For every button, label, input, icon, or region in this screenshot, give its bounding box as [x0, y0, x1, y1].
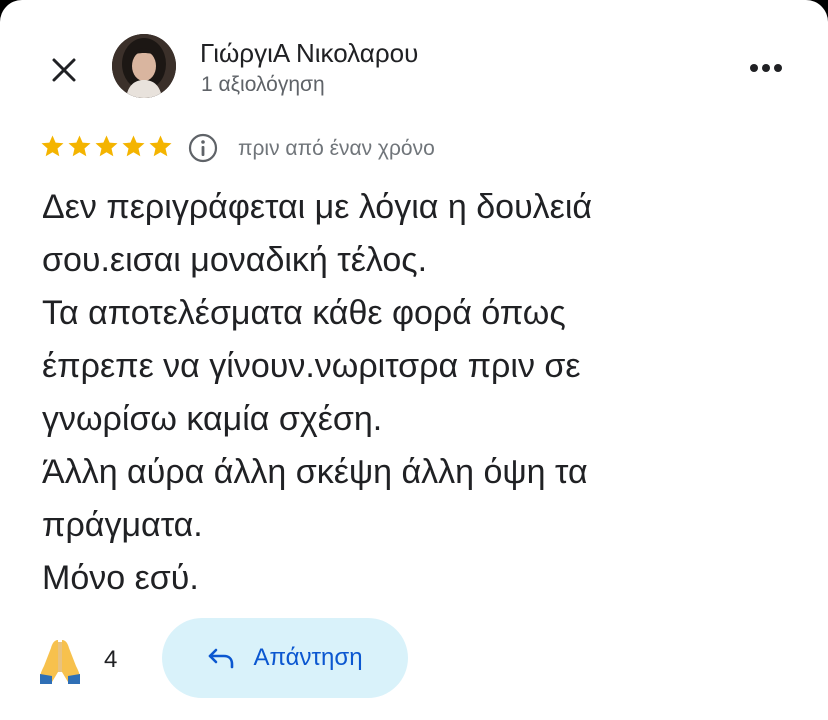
- reviewer-name[interactable]: ΓιώργιΑ Νικολαρου: [200, 38, 418, 69]
- reaction-button[interactable]: [38, 636, 82, 684]
- reviewer-review-count: 1 αξιολόγηση: [201, 73, 325, 96]
- reply-label: Απάντηση: [253, 644, 363, 671]
- star-icon: [122, 135, 145, 157]
- review-text-line: σου.εισαι μοναδική τέλος.: [42, 241, 428, 279]
- review-time: πριν από έναν χρόνο: [238, 137, 435, 160]
- reply-arrow-icon: [209, 648, 234, 669]
- review-text-line: Άλλη αύρα άλλη σκέψη άλλη όψη τα: [42, 453, 588, 491]
- close-button[interactable]: [40, 46, 88, 94]
- reaction-count: 4: [104, 646, 118, 673]
- review-text: Δεν περιγράφεται με λόγια η δουλειά σου.ε…: [42, 181, 802, 605]
- star-icon: [68, 135, 91, 157]
- star-rating: [40, 134, 173, 159]
- review-text-line: Τα αποτελέσματα κάθε φορά όπως: [42, 294, 566, 332]
- star-icon: [149, 135, 172, 157]
- avatar[interactable]: [112, 34, 176, 98]
- review-text-line: πράγματα.: [42, 506, 203, 544]
- star-icon: [41, 135, 64, 157]
- info-button[interactable]: [188, 133, 218, 163]
- more-horizontal-icon: [750, 64, 782, 72]
- close-icon: [52, 58, 76, 82]
- more-options-button[interactable]: [740, 48, 792, 88]
- info-icon: [188, 133, 218, 163]
- review-text-line: Μόνο εσύ.: [42, 559, 199, 597]
- review-card: ΓιώργιΑ Νικολαρου 1 αξιολόγηση πριν από …: [0, 0, 828, 720]
- review-text-line: Δεν περιγράφεται με λόγια η δουλειά: [42, 188, 593, 226]
- review-text-line: γνωρίσω καμία σχέση.: [42, 400, 383, 438]
- review-text-line: έπρεπε να γίνουν.νωριτσρα πριν σε: [42, 347, 581, 385]
- reply-button[interactable]: Απάντηση: [162, 618, 408, 698]
- folded-hands-icon: [40, 640, 80, 684]
- star-icon: [95, 135, 118, 157]
